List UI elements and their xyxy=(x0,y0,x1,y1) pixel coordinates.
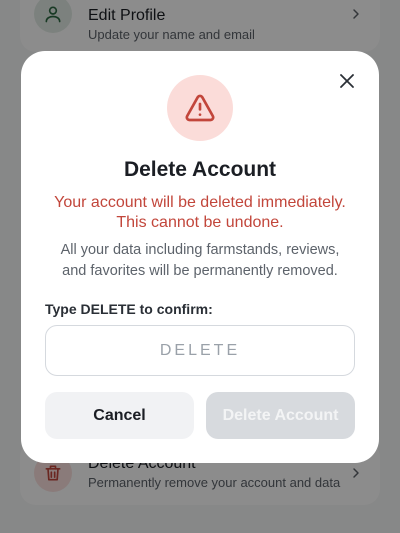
confirm-label: Type DELETE to confirm: xyxy=(45,301,213,317)
delete-account-button[interactable]: Delete Account xyxy=(206,392,355,439)
confirm-delete-input[interactable] xyxy=(45,325,355,376)
info-line-1: All your data including farmstands, revi… xyxy=(60,242,340,258)
warning-triangle-icon xyxy=(185,94,215,122)
delete-account-dialog: Delete Account Your account will be dele… xyxy=(21,51,379,463)
danger-warning-text: Your account will be deleted immediately… xyxy=(35,193,365,233)
dialog-title: Delete Account xyxy=(123,158,277,181)
cancel-button[interactable]: Cancel xyxy=(45,392,194,439)
warning-icon-badge xyxy=(167,75,233,141)
warning-line-2: This cannot be undone. xyxy=(116,214,284,231)
warning-line-1: Your account will be deleted immediately… xyxy=(54,194,346,211)
info-line-2: and favorites will be permanently remove… xyxy=(62,263,338,279)
close-icon[interactable] xyxy=(335,69,359,93)
data-removal-info: All your data including farmstands, revi… xyxy=(35,240,365,282)
